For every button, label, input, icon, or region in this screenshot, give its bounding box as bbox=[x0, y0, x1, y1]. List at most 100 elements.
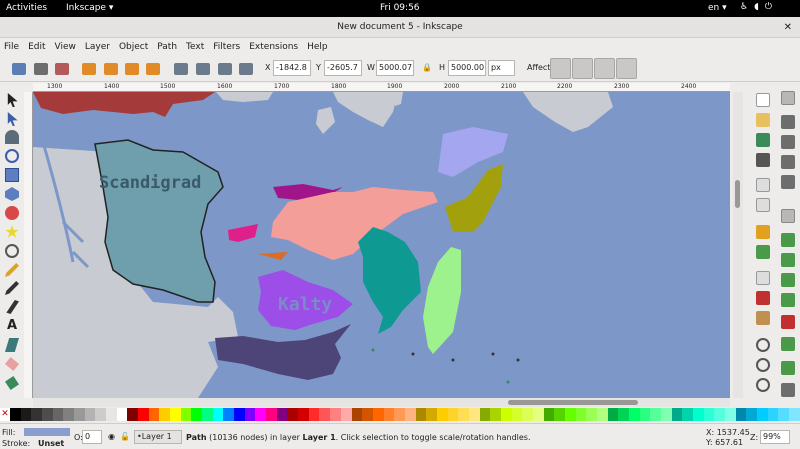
affect-gradients-button[interactable] bbox=[594, 58, 615, 79]
palette-swatch[interactable] bbox=[351, 408, 363, 421]
lower-to-bottom-icon[interactable] bbox=[174, 63, 188, 75]
palette-swatch[interactable] bbox=[500, 408, 512, 421]
palette-swatch[interactable] bbox=[31, 408, 43, 421]
palette-swatch[interactable] bbox=[298, 408, 309, 421]
affect-patterns-button[interactable] bbox=[616, 58, 637, 79]
snap-bbox-corners-icon[interactable] bbox=[781, 155, 795, 169]
affect-corners-button[interactable] bbox=[572, 58, 593, 79]
palette-swatch[interactable] bbox=[10, 408, 21, 421]
snap-centers-icon[interactable] bbox=[781, 337, 795, 351]
snap-page-border-icon[interactable] bbox=[781, 361, 795, 375]
palette-swatch[interactable] bbox=[543, 408, 555, 421]
calligraphy-tool-icon[interactable] bbox=[6, 300, 19, 314]
lock-icon[interactable]: 🔒 bbox=[422, 63, 432, 72]
snap-grid-icon[interactable] bbox=[781, 383, 795, 397]
affect-stroke-button[interactable] bbox=[550, 58, 571, 79]
palette-swatch[interactable] bbox=[522, 408, 533, 421]
import-icon[interactable] bbox=[756, 178, 770, 192]
palette-swatch[interactable] bbox=[116, 408, 128, 421]
palette-swatch[interactable] bbox=[511, 408, 523, 421]
language-selector[interactable]: en ▾ bbox=[708, 3, 727, 13]
palette-swatch[interactable] bbox=[266, 408, 277, 421]
palette-swatch[interactable] bbox=[479, 408, 491, 421]
horizontal-scrollbar[interactable] bbox=[33, 398, 730, 407]
export-icon[interactable] bbox=[756, 198, 770, 212]
clock[interactable]: Fri 09:56 bbox=[380, 3, 420, 13]
palette-swatch[interactable] bbox=[255, 408, 267, 421]
palette-swatch[interactable] bbox=[52, 408, 64, 421]
palette-swatch[interactable] bbox=[757, 408, 768, 421]
palette-swatch[interactable] bbox=[671, 408, 683, 421]
paste-icon[interactable] bbox=[756, 311, 770, 325]
palette-swatch[interactable] bbox=[127, 408, 139, 421]
palette-swatch[interactable] bbox=[426, 408, 437, 421]
rotate-ccw-icon[interactable] bbox=[82, 63, 96, 75]
h-field[interactable]: 5000.00 bbox=[448, 60, 486, 76]
vertical-ruler[interactable] bbox=[24, 92, 33, 398]
menu-text[interactable]: Text bbox=[186, 42, 204, 52]
select-all-layers-icon[interactable] bbox=[34, 63, 48, 75]
snap-paths-icon[interactable] bbox=[781, 233, 795, 247]
palette-swatch[interactable] bbox=[415, 408, 427, 421]
palette-swatch[interactable] bbox=[330, 408, 341, 421]
zoom-field[interactable]: 99% bbox=[760, 430, 790, 444]
menu-path[interactable]: Path bbox=[157, 42, 177, 52]
snap-smooth-nodes-icon[interactable] bbox=[781, 293, 795, 307]
print-icon[interactable] bbox=[756, 153, 770, 167]
palette-swatch[interactable] bbox=[148, 408, 160, 421]
snap-cusp-nodes-icon[interactable] bbox=[781, 273, 795, 287]
palette-swatch[interactable] bbox=[20, 408, 32, 421]
palette-swatch[interactable] bbox=[725, 408, 736, 421]
palette-swatch[interactable] bbox=[436, 408, 448, 421]
palette-swatch[interactable] bbox=[340, 408, 352, 421]
palette-swatch[interactable] bbox=[74, 408, 85, 421]
ellipse-tool-icon[interactable] bbox=[5, 206, 19, 220]
palette-swatch[interactable] bbox=[244, 408, 256, 421]
menu-filters[interactable]: Filters bbox=[213, 42, 240, 52]
menu-help[interactable]: Help bbox=[307, 42, 328, 52]
no-paint-swatch[interactable]: ✕ bbox=[0, 408, 10, 421]
menu-view[interactable]: View bbox=[55, 42, 76, 52]
palette-swatch[interactable] bbox=[607, 408, 619, 421]
palette-swatch[interactable] bbox=[159, 408, 171, 421]
palette-swatch[interactable] bbox=[234, 408, 245, 421]
3d-box-tool-icon[interactable] bbox=[5, 187, 19, 201]
palette-swatch[interactable] bbox=[650, 408, 661, 421]
palette-swatch[interactable] bbox=[564, 408, 576, 421]
palette-swatch[interactable] bbox=[170, 408, 181, 421]
palette-swatch[interactable] bbox=[628, 408, 640, 421]
stroke-value[interactable]: Unset bbox=[38, 439, 64, 448]
horizontal-ruler[interactable]: 1300 1400 1500 1600 1700 1800 1900 2000 … bbox=[33, 83, 730, 92]
color-palette[interactable]: ✕ bbox=[0, 408, 800, 421]
eraser-tool-icon[interactable] bbox=[5, 357, 19, 371]
copy-icon[interactable] bbox=[756, 271, 770, 285]
pen-tool-icon[interactable] bbox=[5, 281, 19, 295]
palette-swatch[interactable] bbox=[778, 408, 790, 421]
rotate-cw-icon[interactable] bbox=[104, 63, 118, 75]
raise-to-top-icon[interactable] bbox=[239, 63, 253, 75]
map-drawing[interactable]: Scandigrad Kalty bbox=[33, 92, 730, 398]
menu-layer[interactable]: Layer bbox=[85, 42, 110, 52]
snap-bbox-edges-icon[interactable] bbox=[781, 135, 795, 149]
palette-swatch[interactable] bbox=[767, 408, 779, 421]
palette-swatch[interactable] bbox=[575, 408, 587, 421]
palette-swatch[interactable] bbox=[383, 408, 395, 421]
drawing-canvas[interactable]: Scandigrad Kalty bbox=[33, 92, 730, 398]
palette-swatch[interactable] bbox=[532, 408, 544, 421]
palette-swatch[interactable] bbox=[404, 408, 416, 421]
save-icon[interactable] bbox=[756, 133, 770, 147]
spray-tool-icon[interactable] bbox=[5, 338, 19, 352]
zoom-drawing-icon[interactable] bbox=[756, 358, 770, 372]
palette-swatch[interactable] bbox=[714, 408, 726, 421]
palette-swatch[interactable] bbox=[308, 408, 320, 421]
palette-swatch[interactable] bbox=[106, 408, 117, 421]
zoom-page-icon[interactable] bbox=[756, 378, 770, 392]
pencil-tool-icon[interactable] bbox=[5, 263, 19, 277]
selector-tool-icon[interactable] bbox=[7, 93, 18, 107]
spiral-tool-icon[interactable] bbox=[5, 244, 19, 258]
app-menu-button[interactable]: Inkscape ▾ bbox=[66, 3, 113, 13]
unit-select[interactable]: px bbox=[488, 60, 515, 76]
palette-swatch[interactable] bbox=[63, 408, 75, 421]
snap-bbox-midpoints-icon[interactable] bbox=[781, 175, 795, 189]
menu-file[interactable]: File bbox=[4, 42, 19, 52]
